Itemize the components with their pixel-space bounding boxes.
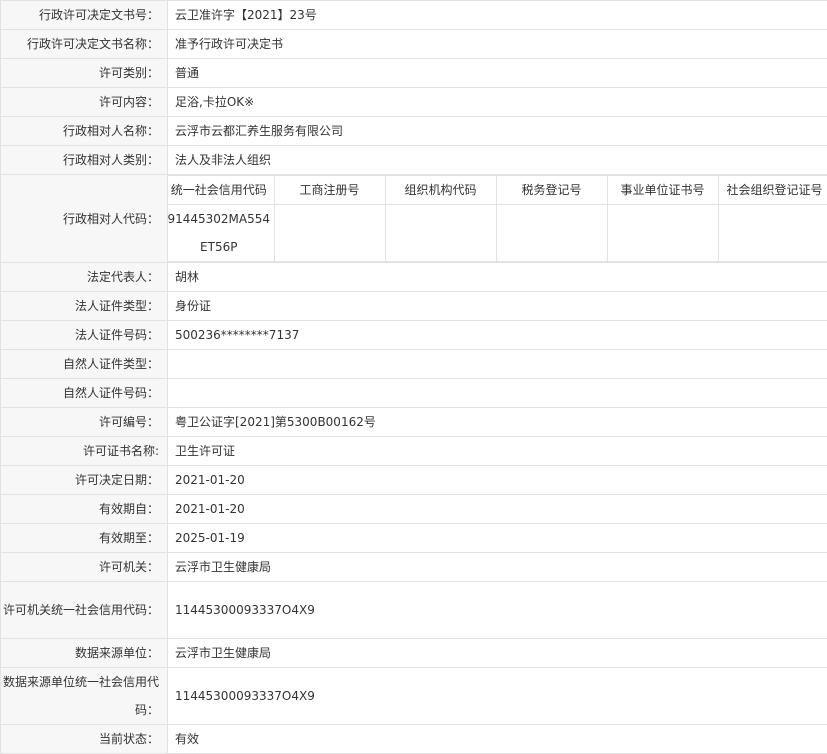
field-label: 法定代表人： bbox=[1, 263, 168, 292]
field-label: 行政相对人代码： bbox=[1, 175, 168, 263]
table-row: 当前状态： 有效 bbox=[1, 725, 827, 754]
codes-header: 事业单位证书号 bbox=[607, 176, 718, 205]
codes-header: 工商注册号 bbox=[274, 176, 385, 205]
field-value: 云浮市云都汇养生服务有限公司 bbox=[168, 117, 827, 146]
table-row: 有效期自： 2021-01-20 bbox=[1, 495, 827, 524]
codes-header: 组织机构代码 bbox=[385, 176, 496, 205]
field-label: 有效期至： bbox=[1, 524, 168, 553]
field-label: 有效期自： bbox=[1, 495, 168, 524]
authority-code-value: 11445300093337O4X9 bbox=[168, 582, 827, 639]
field-label: 自然人证件号码： bbox=[1, 379, 168, 408]
table-row: 许可编号： 粤卫公证字[2021]第5300B00162号 bbox=[1, 408, 827, 437]
codes-value-cell: 91445302MA554ET56P bbox=[168, 205, 274, 262]
table-row: 数据来源单位统一社会信用代码： 11445300093337O4X9 bbox=[1, 668, 827, 725]
field-label: 行政相对人类别： bbox=[1, 146, 168, 175]
table-row: 行政许可决定文书名称： 准予行政许可决定书 bbox=[1, 30, 827, 59]
source-code-value: 11445300093337O4X9 bbox=[168, 668, 827, 725]
field-value: 粤卫公证字[2021]第5300B00162号 bbox=[168, 408, 827, 437]
table-row: 自然人证件类型： bbox=[1, 350, 827, 379]
table-row: 许可内容： 足浴,卡拉OK※ bbox=[1, 88, 827, 117]
field-label: 行政相对人名称： bbox=[1, 117, 168, 146]
field-label: 数据来源单位： bbox=[1, 639, 168, 668]
field-value: 云卫准许字【2021】23号 bbox=[168, 1, 827, 30]
field-label: 法人证件号码： bbox=[1, 321, 168, 350]
source-code-label: 数据来源单位统一社会信用代码： bbox=[1, 668, 159, 724]
field-label: 当前状态： bbox=[1, 725, 168, 754]
codes-value-cell bbox=[385, 205, 496, 262]
field-label: 数据来源单位统一社会信用代码： bbox=[1, 668, 168, 725]
authority-code-label: 许可机关统一社会信用代码： bbox=[1, 596, 159, 624]
table-row: 许可机关： 云浮市卫生健康局 bbox=[1, 553, 827, 582]
field-label: 许可内容： bbox=[1, 88, 168, 117]
codes-header-row: 统一社会信用代码 工商注册号 组织机构代码 税务登记号 事业单位证书号 社会组织… bbox=[168, 176, 827, 205]
table-row: 有效期至： 2025-01-19 bbox=[1, 524, 827, 553]
codes-header: 社会组织登记证号 bbox=[718, 176, 827, 205]
table-row: 法人证件号码： 500236********7137 bbox=[1, 321, 827, 350]
field-label: 行政许可决定文书名称： bbox=[1, 30, 168, 59]
license-detail-table: 行政许可决定文书号： 云卫准许字【2021】23号 行政许可决定文书名称： 准予… bbox=[0, 0, 827, 754]
table-row: 许可决定日期： 2021-01-20 bbox=[1, 466, 827, 495]
field-value bbox=[168, 350, 827, 379]
field-value: 卫生许可证 bbox=[168, 437, 827, 466]
field-value: 2021-01-20 bbox=[168, 495, 827, 524]
field-label: 自然人证件类型： bbox=[1, 350, 168, 379]
table-row: 法定代表人： 胡林 bbox=[1, 263, 827, 292]
table-row: 许可类别： 普通 bbox=[1, 59, 827, 88]
field-value: 身份证 bbox=[168, 292, 827, 321]
table-row: 数据来源单位： 云浮市卫生健康局 bbox=[1, 639, 827, 668]
field-value: 法人及非法人组织 bbox=[168, 146, 827, 175]
table-row: 法人证件类型： 身份证 bbox=[1, 292, 827, 321]
table-row-codes: 行政相对人代码： 统一社会信用代码 工商注册号 组织机构代码 税务登记号 bbox=[1, 175, 827, 263]
field-value: 普通 bbox=[168, 59, 827, 88]
field-value bbox=[168, 379, 827, 408]
field-label: 许可证书名称: bbox=[1, 437, 168, 466]
codes-value-row: 91445302MA554ET56P bbox=[168, 205, 827, 262]
field-value: 2021-01-20 bbox=[168, 466, 827, 495]
table-row: 自然人证件号码： bbox=[1, 379, 827, 408]
field-label: 许可机关统一社会信用代码： bbox=[1, 582, 168, 639]
field-label: 许可决定日期： bbox=[1, 466, 168, 495]
codes-value-cell bbox=[718, 205, 827, 262]
field-label: 行政许可决定文书号： bbox=[1, 1, 168, 30]
identifier-codes-table: 统一社会信用代码 工商注册号 组织机构代码 税务登记号 事业单位证书号 社会组织… bbox=[168, 175, 827, 262]
field-value: 云浮市卫生健康局 bbox=[168, 639, 827, 668]
field-label: 法人证件类型： bbox=[1, 292, 168, 321]
table-row: 行政相对人名称： 云浮市云都汇养生服务有限公司 bbox=[1, 117, 827, 146]
field-value: 足浴,卡拉OK※ bbox=[168, 88, 827, 117]
table-row: 行政许可决定文书号： 云卫准许字【2021】23号 bbox=[1, 1, 827, 30]
status-value: 有效 bbox=[168, 725, 827, 754]
table-row: 许可机关统一社会信用代码： 11445300093337O4X9 bbox=[1, 582, 827, 639]
table-row: 行政相对人类别： 法人及非法人组织 bbox=[1, 146, 827, 175]
field-value: 2025-01-19 bbox=[168, 524, 827, 553]
credit-code-value: 91445302MA554ET56P bbox=[168, 205, 271, 261]
field-label: 许可编号： bbox=[1, 408, 168, 437]
field-value: 胡林 bbox=[168, 263, 827, 292]
field-value: 500236********7137 bbox=[168, 321, 827, 350]
identifier-codes-cell: 统一社会信用代码 工商注册号 组织机构代码 税务登记号 事业单位证书号 社会组织… bbox=[168, 175, 827, 263]
field-label: 许可类别： bbox=[1, 59, 168, 88]
codes-header: 统一社会信用代码 bbox=[168, 176, 274, 205]
codes-value-cell bbox=[496, 205, 607, 262]
codes-value-cell bbox=[274, 205, 385, 262]
table-row: 许可证书名称: 卫生许可证 bbox=[1, 437, 827, 466]
field-label: 许可机关： bbox=[1, 553, 168, 582]
field-value: 准予行政许可决定书 bbox=[168, 30, 827, 59]
codes-header: 税务登记号 bbox=[496, 176, 607, 205]
field-value: 云浮市卫生健康局 bbox=[168, 553, 827, 582]
codes-value-cell bbox=[607, 205, 718, 262]
